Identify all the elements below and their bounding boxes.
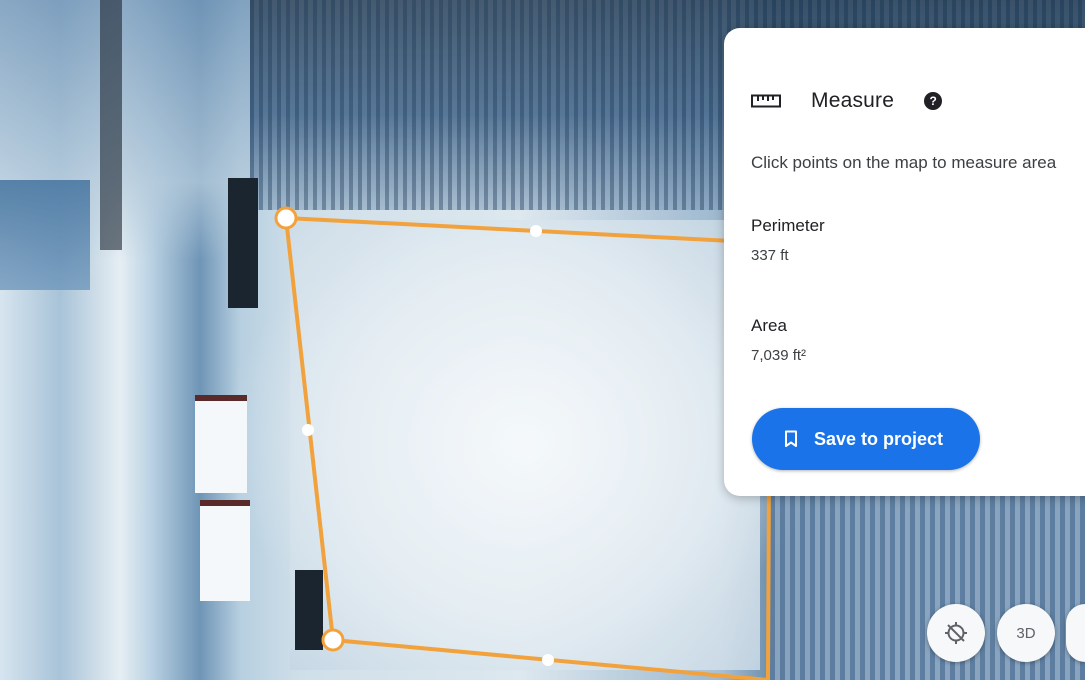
view-3d-label: 3D (1016, 624, 1036, 642)
ruler-icon (751, 94, 781, 108)
midpoint-handle[interactable] (542, 654, 554, 666)
perimeter-value: 337 ft (751, 247, 789, 264)
area-label: Area (751, 316, 787, 335)
measure-title: Measure (811, 89, 895, 112)
compass-off-icon (945, 622, 967, 644)
perimeter-label: Perimeter (751, 216, 825, 235)
view-3d-button[interactable]: 3D (997, 604, 1055, 662)
measure-instructions: Click points on the map to measure area (751, 153, 1057, 172)
save-to-project-label: Save to project (814, 428, 944, 449)
measured-area-polygon (283, 215, 773, 680)
help-icon[interactable]: ? (924, 92, 943, 110)
compass-button[interactable] (927, 604, 985, 662)
save-to-project-button[interactable]: Save to project (752, 408, 980, 470)
midpoint-handle[interactable] (302, 424, 314, 436)
midpoint-handle[interactable] (530, 225, 542, 237)
map-control-button[interactable] (1066, 604, 1085, 662)
bookmark-icon (785, 430, 797, 447)
vertex-handle[interactable] (274, 206, 298, 230)
area-value: 7,039 ft² (751, 347, 807, 364)
vertex-handle[interactable] (321, 628, 345, 652)
measure-panel: Measure ? Click points on the map to mea… (724, 28, 1085, 496)
measure-header: Measure ? (751, 86, 943, 116)
